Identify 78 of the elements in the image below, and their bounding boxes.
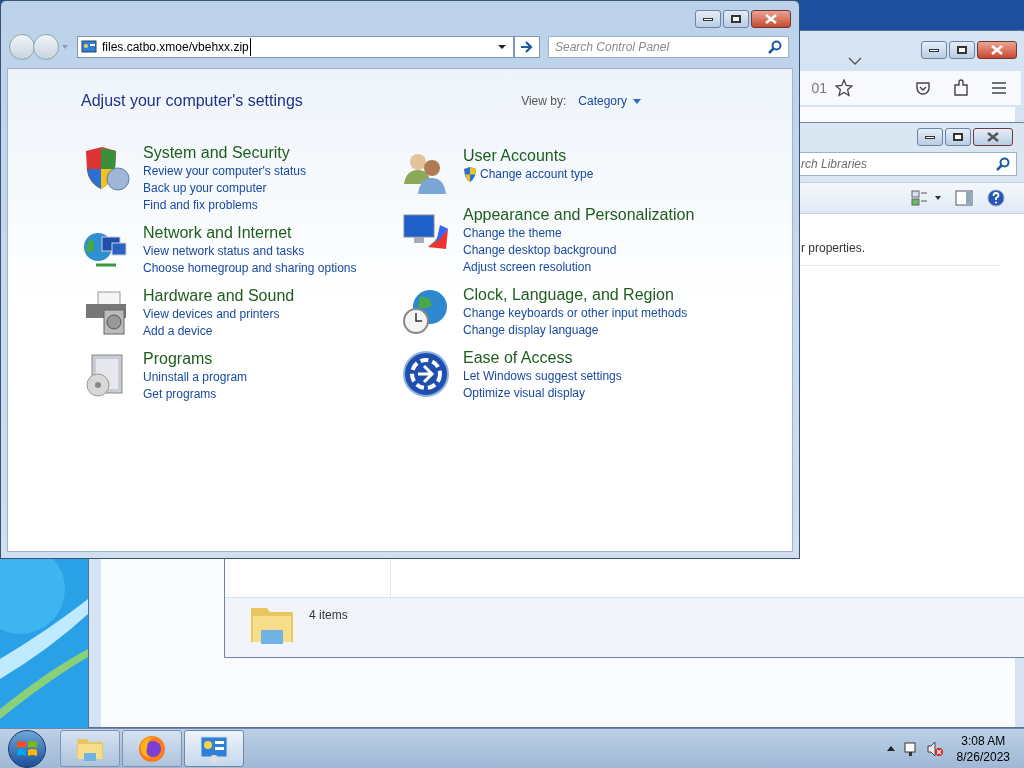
task-link[interactable]: Add a device [143, 323, 213, 340]
puzzle-icon[interactable] [953, 79, 969, 97]
category-title[interactable]: Ease of Access [463, 348, 622, 368]
clock-date: 8/26/2023 [956, 748, 1010, 765]
minimize-button[interactable] [921, 41, 947, 59]
close-button[interactable] [751, 10, 791, 28]
address-bar[interactable]: files.catbo.xmoe/vbehxx.zip [77, 36, 514, 58]
category-title[interactable]: System and Security [143, 143, 307, 163]
search-field[interactable]: Search Control Panel [548, 36, 789, 58]
category-title[interactable]: Hardware and Sound [143, 286, 295, 306]
item-count: 4 items [309, 607, 348, 624]
start-button[interactable] [8, 729, 46, 768]
speaker-muted-icon[interactable] [926, 740, 943, 757]
task-link[interactable]: Change account type [480, 166, 594, 183]
search-placeholder: rch Libraries [800, 156, 868, 173]
category-title[interactable]: Appearance and Personalization [463, 205, 695, 225]
view-by-label: View by: [521, 93, 567, 110]
search-placeholder: Search Control Panel [555, 39, 670, 56]
task-link[interactable]: View devices and printers [143, 306, 280, 323]
task-link[interactable]: View network status and tasks [143, 243, 305, 260]
task-link[interactable]: Change keyboards or other input methods [463, 305, 688, 322]
task-link[interactable]: Uninstall a program [143, 369, 248, 386]
url-text: 01 [811, 78, 827, 98]
task-link[interactable]: Find and fix problems [143, 197, 258, 214]
chevron-icon[interactable] [848, 56, 862, 66]
control-panel-icon [81, 40, 97, 54]
close-button[interactable] [977, 41, 1017, 59]
network-icon[interactable] [902, 740, 919, 757]
caret-icon [633, 98, 641, 104]
search-icon[interactable] [996, 157, 1010, 171]
caret-icon[interactable] [886, 746, 895, 751]
address-text: files.catbo.xmoe/vbehxx.zip [102, 38, 251, 56]
search-icon[interactable] [768, 40, 782, 54]
windows-logo-icon [16, 738, 38, 759]
taskbar-button[interactable] [122, 730, 182, 767]
close-icon [765, 14, 777, 24]
dropdown-caret-icon[interactable] [497, 44, 507, 50]
task-link[interactable]: Change the theme [463, 225, 562, 242]
clock-time: 3:08 AM [961, 732, 1006, 749]
control-panel-icon [198, 734, 230, 763]
arrow-icon [520, 41, 534, 53]
view-by-dropdown[interactable]: Category [578, 92, 641, 110]
task-link[interactable]: Get programs [143, 386, 217, 403]
menu-icon[interactable] [991, 81, 1007, 95]
category-title[interactable]: Network and Internet [143, 223, 357, 243]
view-options-icon[interactable] [911, 190, 941, 206]
close-icon [987, 132, 999, 142]
close-icon [991, 45, 1003, 55]
task-link[interactable]: Optimize visual display [463, 385, 586, 402]
category-title[interactable]: Clock, Language, and Region [463, 285, 688, 305]
maximize-button[interactable] [949, 41, 975, 59]
shield-icon [463, 167, 477, 182]
maximize-button[interactable] [945, 128, 971, 146]
task-link[interactable]: Choose homegroup and sharing options [143, 260, 357, 277]
close-button[interactable] [973, 128, 1013, 146]
category-title[interactable]: User Accounts [463, 146, 594, 166]
task-link[interactable]: Review your computer's status [143, 163, 307, 180]
preview-pane-icon[interactable] [955, 190, 973, 206]
help-icon[interactable] [987, 189, 1005, 207]
info-text: r properties. [801, 240, 866, 257]
search-field[interactable]: rch Libraries [799, 152, 1017, 176]
star-icon[interactable] [835, 79, 853, 97]
go-button[interactable] [514, 36, 540, 58]
category-title[interactable]: Programs [143, 349, 248, 369]
task-link[interactable]: Let Windows suggest settings [463, 368, 622, 385]
task-link[interactable]: Back up your computer [143, 180, 267, 197]
globe-clock-icon [402, 287, 450, 335]
task-link[interactable]: Change display language [463, 322, 599, 339]
taskbar-button[interactable] [184, 730, 244, 767]
minimize-button[interactable] [917, 128, 943, 146]
task-link[interactable]: Adjust screen resolution [463, 259, 592, 276]
task-link[interactable]: Change desktop background [463, 242, 617, 259]
pocket-icon[interactable] [915, 80, 931, 96]
firefox-icon [137, 733, 167, 764]
accessibility-icon [402, 350, 450, 398]
maximize-button[interactable] [723, 10, 749, 28]
page-heading: Adjust your computer's settings [81, 91, 303, 111]
minimize-button[interactable] [695, 10, 721, 28]
